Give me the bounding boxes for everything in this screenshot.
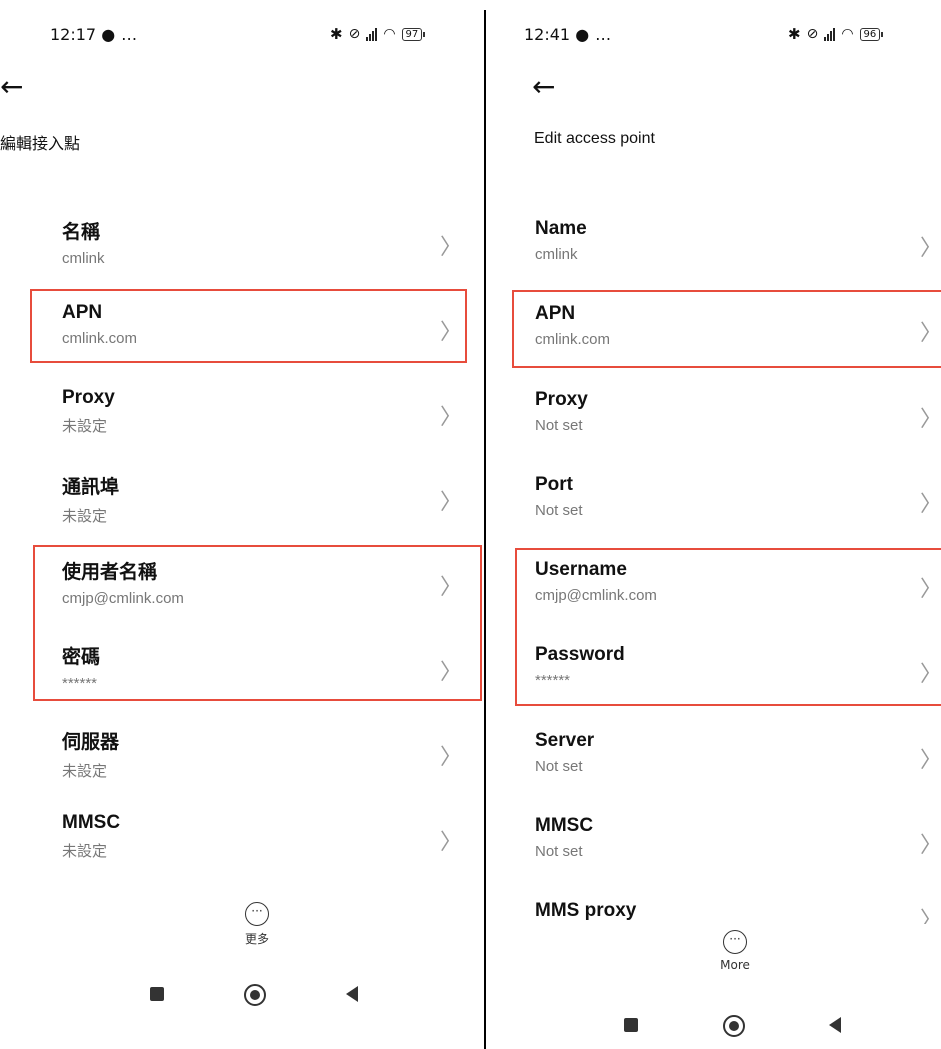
field-value: cmlink <box>62 250 105 267</box>
field-value: 未設定 <box>62 508 108 525</box>
apn-field-name[interactable]: 名稱 cmlink 〉 <box>62 217 462 297</box>
field-label: Proxy <box>535 389 588 410</box>
field-label: Port <box>535 474 573 495</box>
mute-icon: ⊘ <box>806 26 819 42</box>
highlight-box-apn <box>30 289 467 363</box>
field-value: 未設定 <box>62 418 108 435</box>
status-bar: 12:17 ●… ✱ ⊘ ◠ 97 <box>0 22 484 46</box>
apn-field-proxy[interactable]: Proxy Not set 〉 <box>535 389 941 469</box>
home-nav[interactable] <box>244 984 266 1006</box>
field-label: 名稱 <box>62 222 101 243</box>
highlight-box-credentials <box>515 548 941 706</box>
message-icon: ● <box>575 25 590 44</box>
apn-field-server[interactable]: Server Not set 〉 <box>535 730 941 810</box>
message-icon: ● <box>101 25 116 44</box>
apn-field-name[interactable]: Name cmlink 〉 <box>535 218 941 298</box>
back-nav[interactable] <box>346 986 358 1002</box>
more-label: 更多 <box>244 932 269 946</box>
page-title: Edit access point <box>534 130 655 147</box>
wifi-icon: ◠ <box>383 26 396 42</box>
status-bar: 12:41 ●… ✱ ⊘ ◠ 96 <box>486 22 941 46</box>
chevron-right-icon: 〉 <box>920 833 941 858</box>
back-arrow-icon[interactable]: ← <box>532 70 555 103</box>
field-label: 伺服器 <box>62 732 120 753</box>
recent-apps-nav[interactable] <box>624 1018 638 1032</box>
field-value: Not set <box>535 502 583 519</box>
back-arrow-icon[interactable]: ← <box>0 70 23 103</box>
apn-field-mms-proxy[interactable]: MMS proxy 〉 <box>535 900 935 924</box>
field-label: MMSC <box>62 812 121 833</box>
more-icon: ··· <box>245 902 269 926</box>
bluetooth-icon: ✱ <box>788 25 801 43</box>
wifi-icon: ◠ <box>841 26 854 42</box>
more-label: More <box>720 958 750 972</box>
field-value: cmlink <box>535 246 578 263</box>
bluetooth-icon: ✱ <box>330 25 343 43</box>
apn-field-server[interactable]: 伺服器 未設定 〉 <box>62 727 462 807</box>
status-icons: ✱ ⊘ ◠ 96 <box>788 25 883 43</box>
field-label: 通訊埠 <box>62 477 120 498</box>
status-time: 12:41 ●… <box>524 25 613 44</box>
chevron-right-icon: 〉 <box>920 236 941 261</box>
field-value: 未設定 <box>62 763 108 780</box>
more-icon: ··· <box>723 930 747 954</box>
mute-icon: ⊘ <box>348 26 361 42</box>
chevron-right-icon: 〉 <box>440 235 463 260</box>
apn-field-port[interactable]: 通訊埠 未設定 〉 <box>62 472 462 552</box>
field-value: Not set <box>535 417 583 434</box>
apn-field-proxy[interactable]: Proxy 未設定 〉 <box>62 387 462 467</box>
home-nav[interactable] <box>723 1015 745 1037</box>
apn-field-port[interactable]: Port Not set 〉 <box>535 474 941 554</box>
field-label: Server <box>535 730 595 751</box>
chevron-right-icon: 〉 <box>920 492 941 517</box>
field-label: Proxy <box>62 387 115 408</box>
chevron-right-icon: 〉 <box>440 405 463 430</box>
more-button[interactable]: ··· 更多 <box>232 902 282 947</box>
field-label: Name <box>535 218 587 239</box>
battery-icon: 96 <box>859 27 883 41</box>
signal-icon <box>366 27 378 41</box>
field-label: MMS proxy <box>535 900 637 921</box>
recent-apps-nav[interactable] <box>150 987 164 1001</box>
apn-field-mmsc[interactable]: MMSC 未設定 〉 <box>62 812 462 892</box>
field-value: Not set <box>535 758 583 775</box>
highlight-box-credentials <box>33 545 482 701</box>
more-button[interactable]: ··· More <box>710 930 760 972</box>
highlight-box-apn <box>512 290 941 368</box>
status-icons: ✱ ⊘ ◠ 97 <box>330 25 425 43</box>
back-nav[interactable] <box>829 1017 841 1033</box>
apn-field-mmsc[interactable]: MMSC Not set 〉 <box>535 815 941 895</box>
chevron-right-icon: 〉 <box>440 745 463 770</box>
chevron-right-icon: 〉 <box>920 748 941 773</box>
signal-icon <box>824 27 836 41</box>
field-value: 未設定 <box>62 843 108 860</box>
chevron-right-icon: 〉 <box>440 830 463 855</box>
chevron-right-icon: 〉 <box>440 490 463 515</box>
status-time: 12:17 ●… <box>50 25 139 44</box>
field-label: MMSC <box>535 815 594 836</box>
battery-icon: 97 <box>401 27 425 41</box>
chevron-right-icon: 〉 <box>920 902 935 924</box>
chevron-right-icon: 〉 <box>920 407 941 432</box>
field-value: Not set <box>535 843 583 860</box>
page-title: 編輯接入點 <box>0 134 81 153</box>
